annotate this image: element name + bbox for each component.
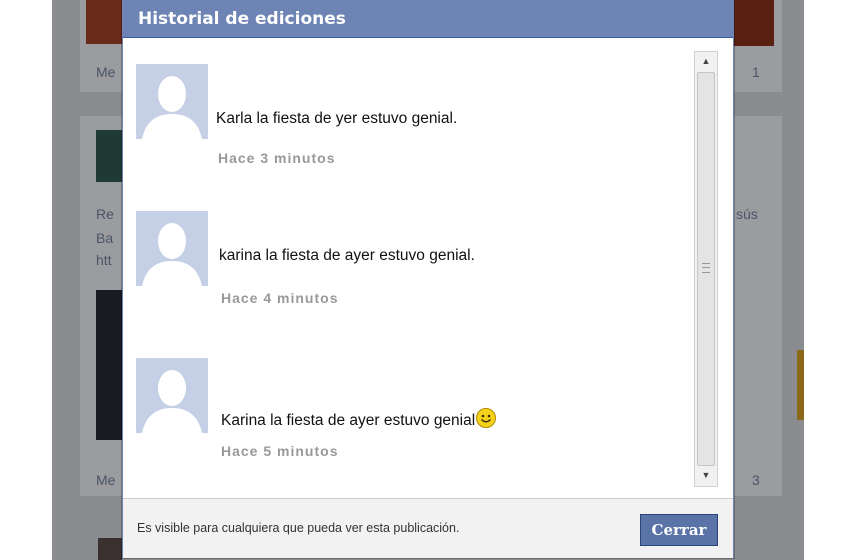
visibility-note: Es visible para cualquiera que pueda ver… [137, 521, 460, 535]
edit-entry: karina la fiesta de ayer estuvo genial. … [123, 211, 683, 321]
scrollbar[interactable]: ▲ ▼ [694, 51, 718, 487]
background-image [96, 130, 122, 182]
scrollbar-thumb[interactable] [697, 72, 715, 466]
edit-text: Karina la fiesta de ayer estuvo genial [221, 408, 497, 430]
scroll-down-icon[interactable]: ▼ [695, 466, 717, 484]
background-image [797, 350, 804, 420]
smiley-icon [476, 408, 497, 428]
scroll-grip-icon [702, 263, 710, 273]
edit-timestamp[interactable]: Hace 5 minutos [221, 443, 338, 459]
dialog-footer: Es visible para cualquiera que pueda ver… [123, 498, 733, 558]
edit-text: Karla la fiesta de yer estuvo genial. [216, 110, 458, 127]
default-avatar-icon[interactable] [136, 211, 208, 286]
background-label: sús [736, 206, 758, 222]
background-label: Re [96, 206, 114, 222]
edit-history-list[interactable]: Karla la fiesta de yer estuvo genial. Ha… [123, 38, 733, 498]
edit-history-dialog: Historial de ediciones Karla la fiesta d… [122, 0, 734, 558]
default-avatar-icon[interactable] [136, 358, 208, 433]
edit-entry: Karla la fiesta de yer estuvo genial. Ha… [123, 64, 683, 174]
scroll-up-icon[interactable]: ▲ [695, 52, 717, 70]
edit-text: karina la fiesta de ayer estuvo genial. [219, 247, 475, 264]
background-card [732, 116, 782, 496]
dialog-title: Historial de ediciones [138, 9, 346, 29]
background-label: Ba [96, 230, 114, 246]
background-image [96, 290, 122, 440]
background-label: htt [96, 252, 112, 268]
background-image [734, 0, 774, 46]
background-count: 1 [752, 64, 760, 80]
edit-text-content: Karina la fiesta de ayer estuvo genial [221, 412, 476, 429]
edit-timestamp[interactable]: Hace 3 minutos [218, 150, 335, 166]
close-button[interactable]: Cerrar [640, 514, 718, 546]
edit-timestamp[interactable]: Hace 4 minutos [221, 290, 338, 306]
edit-entry: Karina la fiesta de ayer estuvo genial H… [123, 358, 683, 468]
background-label: Me [96, 472, 116, 488]
background-label: Me [96, 64, 116, 80]
background-count: 3 [752, 472, 760, 488]
default-avatar-icon[interactable] [136, 64, 208, 139]
dialog-header: Historial de ediciones [123, 1, 733, 38]
background-image [98, 538, 122, 560]
